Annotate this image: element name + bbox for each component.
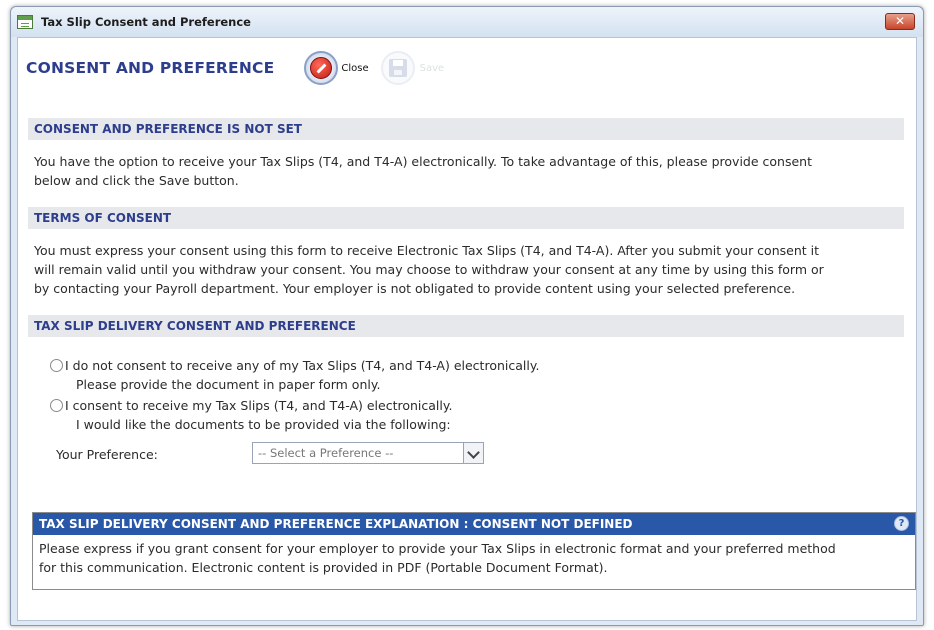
- page-header: CONSENT AND PREFERENCE Close Save: [26, 48, 444, 88]
- explanation-heading-text: TAX SLIP DELIVERY CONSENT AND PREFERENCE…: [39, 517, 633, 531]
- preference-select[interactable]: -- Select a Preference --: [252, 442, 484, 464]
- consent-label: I consent to receive my Tax Slips (T4, a…: [65, 398, 453, 413]
- terms-section-heading: TERMS OF CONSENT: [28, 207, 904, 229]
- floppy-disk-icon: [388, 59, 407, 77]
- status-text-line1: You have the option to receive your Tax …: [34, 154, 812, 169]
- save-button[interactable]: Save: [380, 51, 445, 85]
- chevron-down-icon[interactable]: [463, 443, 483, 463]
- delivery-section-heading: TAX SLIP DELIVERY CONSENT AND PREFERENCE: [28, 315, 904, 337]
- no-consent-label: I do not consent to receive any of my Ta…: [65, 358, 540, 373]
- explanation-heading: TAX SLIP DELIVERY CONSENT AND PREFERENCE…: [33, 513, 915, 535]
- consent-option[interactable]: I consent to receive my Tax Slips (T4, a…: [50, 398, 452, 413]
- close-circle-icon: [304, 51, 339, 85]
- title-bar: Tax Slip Consent and Preference ✕: [11, 7, 923, 37]
- consent-subtext: I would like the documents to be provide…: [76, 417, 451, 432]
- window-title: Tax Slip Consent and Preference: [41, 15, 251, 29]
- status-section-heading: CONSENT AND PREFERENCE IS NOT SET: [28, 118, 904, 140]
- status-text-line2: below and click the Save button.: [34, 173, 239, 188]
- help-icon[interactable]: ?: [894, 516, 909, 531]
- no-consent-subtext: Please provide the document in paper for…: [76, 377, 381, 392]
- no-consent-radio[interactable]: [50, 359, 63, 372]
- close-button-label: Close: [341, 62, 369, 74]
- explanation-panel: TAX SLIP DELIVERY CONSENT AND PREFERENCE…: [32, 512, 916, 590]
- terms-text-line3: by contacting your Payroll department. Y…: [34, 281, 796, 296]
- window-close-button[interactable]: ✕: [885, 13, 915, 30]
- no-consent-option[interactable]: I do not consent to receive any of my Ta…: [50, 358, 539, 373]
- form-window-icon: [17, 15, 33, 29]
- no-entry-icon: [310, 57, 333, 79]
- dialog-content: CONSENT AND PREFERENCE Close Save CONSEN…: [17, 37, 917, 621]
- explanation-text: Please express if you grant consent for …: [33, 535, 915, 581]
- explanation-text-line1: Please express if you grant consent for …: [39, 541, 836, 556]
- preference-select-value: -- Select a Preference --: [258, 446, 394, 460]
- preference-label: Your Preference:: [56, 447, 158, 462]
- terms-text-line1: You must express your consent using this…: [34, 243, 820, 258]
- terms-text-line2: will remain valid until you withdraw you…: [34, 262, 824, 277]
- close-button[interactable]: Close: [304, 51, 369, 85]
- save-button-label: Save: [419, 62, 445, 74]
- consent-radio[interactable]: [50, 399, 63, 412]
- explanation-text-line2: for this communication. Electronic conte…: [39, 560, 608, 575]
- consent-dialog-window: Tax Slip Consent and Preference ✕ CONSEN…: [10, 6, 924, 626]
- page-title: CONSENT AND PREFERENCE: [26, 59, 275, 77]
- save-circle-icon: [380, 51, 415, 85]
